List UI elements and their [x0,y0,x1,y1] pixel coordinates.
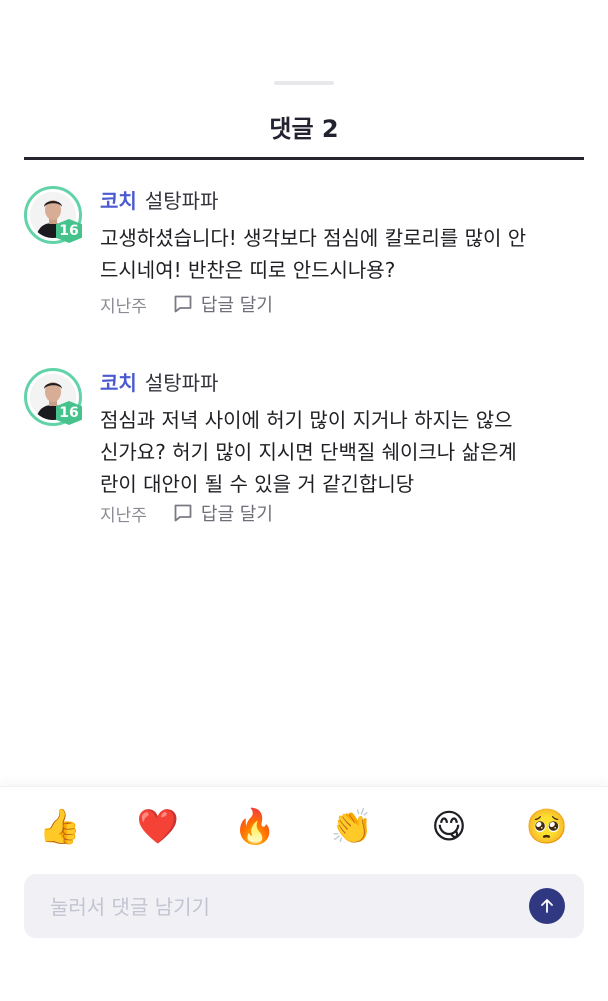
send-button[interactable] [529,888,565,924]
comment-input-box [24,874,584,940]
comment-author[interactable]: 코치 설탕파파 [100,186,218,216]
comment-bubble-icon [174,295,192,313]
author-role: 코치 [100,189,137,213]
comment-bubble-icon [174,504,192,522]
clapping-hands-icon[interactable]: 👏 [330,805,374,849]
reply-label: 답글 달기 [200,295,273,316]
comment-meta: 지난주 답글 달기 [100,290,273,318]
comments-title: 댓글 2 [269,115,339,143]
pleading-face-icon[interactable]: 🥺 [525,805,569,849]
comment-author[interactable]: 코치 설탕파파 [100,368,218,398]
comment-text: 고생하셨습니다! 생각보다 점심에 칼로리를 많이 안 드시네여! 반찬은 띠로… [100,222,570,286]
comment-text-line: 점심과 저녁 사이에 허기 많이 지거나 하지는 않으 [100,408,513,432]
comment-item: 16 코치 설탕파파 고생하셨습니다! 생각보다 점심에 칼로리를 많이 안 드시… [24,186,584,326]
comment-time: 지난주 [100,296,147,317]
reply-button[interactable]: 답글 달기 [173,500,273,526]
reaction-bar: 👍 ❤️ 🔥 👏 😋 🥺 [0,805,608,849]
sheet-grabber[interactable] [274,81,334,85]
comment-time: 지난주 [100,505,147,526]
comment-meta: 지난주 답글 달기 [100,499,273,527]
comment-text-line: 고생하셨습니다! 생각보다 점심에 칼로리를 많이 안 [100,226,527,250]
reply-button[interactable]: 답글 달기 [173,291,273,317]
thumbs-up-icon[interactable]: 👍 [38,805,82,849]
heart-icon[interactable]: ❤️ [136,805,180,849]
reply-label: 답글 달기 [200,504,273,525]
comment-text-line: 란이 대안이 될 수 있을 거 같긴합니당 [100,472,415,496]
author-name: 설탕파파 [144,189,219,213]
author-role: 코치 [100,371,137,395]
comment-item: 16 코치 설탕파파 점심과 저녁 사이에 허기 많이 지거나 하지는 않으 신가… [24,368,584,538]
comment-input[interactable] [48,874,522,940]
yum-face-icon[interactable]: 😋 [427,805,471,849]
arrow-up-icon [541,899,553,913]
comment-text-line: 드시네여! 반찬은 띠로 안드시나용? [100,258,396,282]
comment-composer-panel: 👍 ❤️ 🔥 👏 😋 🥺 [0,786,608,1001]
avatar[interactable]: 16 [24,186,82,244]
author-name: 설탕파파 [144,371,219,395]
comment-text-line: 신가요? 허기 많이 지시면 단백질 쉐이크나 삶은계 [100,440,517,464]
title-divider [24,157,584,160]
avatar[interactable]: 16 [24,368,82,426]
comment-text: 점심과 저녁 사이에 허기 많이 지거나 하지는 않으 신가요? 허기 많이 지… [100,404,570,500]
fire-icon[interactable]: 🔥 [233,805,277,849]
